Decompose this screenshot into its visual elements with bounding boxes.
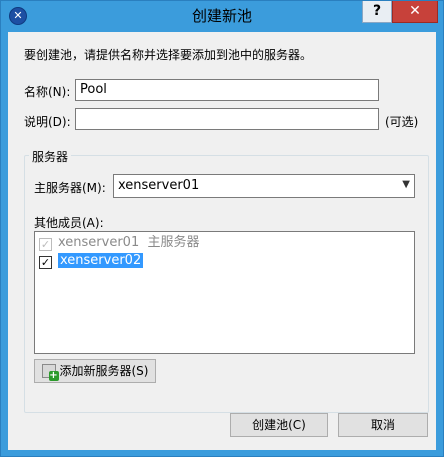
servers-group-title: 服务器 <box>29 148 72 165</box>
dialog-window: ✕ 创建新池 ? ✕ 要创建池，请提供名称并选择要添加到池中的服务器。 名称(N… <box>0 0 444 457</box>
master-server-select[interactable]: xenserver01 ▼ <box>113 174 415 198</box>
close-button[interactable]: ✕ <box>392 1 438 23</box>
checkbox-checked-disabled: ✓ <box>39 238 52 251</box>
dialog-body: 要创建池，请提供名称并选择要添加到池中的服务器。 名称(N): Pool 说明(… <box>8 32 436 450</box>
list-item: ✓ xenserver01 主服务器 <box>39 234 200 252</box>
add-server-label: 添加新服务器(S) <box>59 364 149 378</box>
add-server-icon: + <box>41 364 59 381</box>
optional-label: (可选) <box>385 115 419 129</box>
intro-text: 要创建池，请提供名称并选择要添加到池中的服务器。 <box>24 48 313 62</box>
title-bar[interactable]: ✕ 创建新池 ? ✕ <box>1 1 443 32</box>
name-input[interactable]: Pool <box>75 79 379 101</box>
member-name-selected[interactable]: xenserver02 <box>58 253 144 268</box>
cancel-button[interactable]: 取消 <box>338 413 428 437</box>
list-item[interactable]: ✓ xenserver02 <box>39 252 144 270</box>
description-input[interactable] <box>75 108 379 130</box>
member-name: xenserver01 <box>58 235 140 250</box>
name-label: 名称(N): <box>24 85 71 99</box>
add-server-button[interactable]: + 添加新服务器(S) <box>34 359 156 383</box>
master-server-label: 主服务器(M): <box>34 181 106 195</box>
member-note: 主服务器 <box>147 235 200 250</box>
master-server-value: xenserver01 <box>118 178 200 193</box>
description-label: 说明(D): <box>24 115 71 129</box>
checkbox-checked[interactable]: ✓ <box>39 256 52 269</box>
create-pool-button[interactable]: 创建池(C) <box>230 413 328 437</box>
members-list[interactable]: ✓ xenserver01 主服务器 ✓ xenserver02 <box>34 231 415 354</box>
chevron-down-icon[interactable]: ▼ <box>402 179 410 190</box>
help-button[interactable]: ? <box>362 1 392 23</box>
other-members-label: 其他成员(A): <box>34 216 104 230</box>
